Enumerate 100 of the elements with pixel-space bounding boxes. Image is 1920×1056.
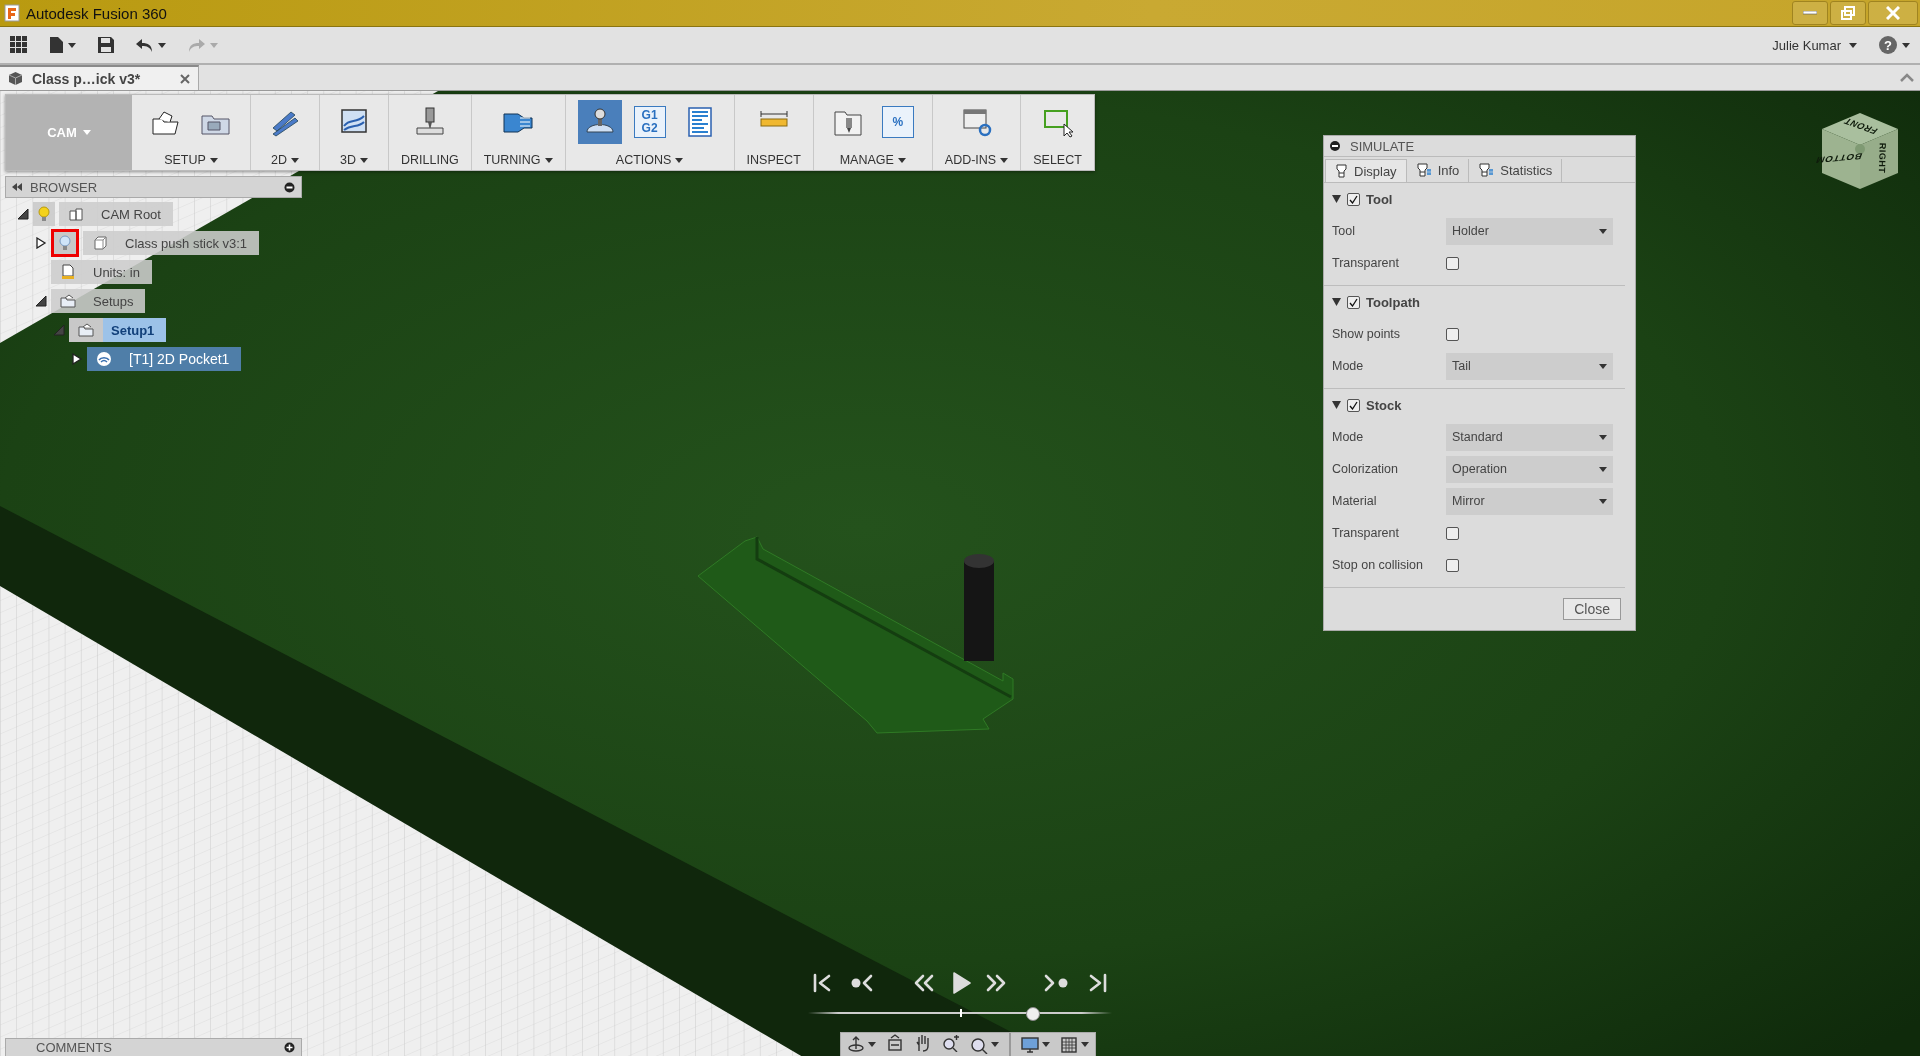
hand-icon <box>914 1033 932 1052</box>
monitor-icon <box>1021 1035 1039 1054</box>
operation-icon <box>96 351 112 367</box>
timeline-slider[interactable] <box>808 1006 1112 1020</box>
app-grid-icon[interactable] <box>10 36 28 54</box>
toolbar-menu-button[interactable]: SELECT <box>1033 153 1082 167</box>
cube-face-label: FRONT <box>1841 116 1880 136</box>
dropdown-field[interactable]: Holder <box>1446 217 1613 245</box>
restore-button[interactable] <box>1830 1 1866 25</box>
toolbar-menu-button[interactable]: DRILLING <box>401 153 459 167</box>
checkbox[interactable] <box>1446 327 1459 341</box>
light-bulb-icon[interactable] <box>59 235 71 251</box>
caret-icon <box>1599 466 1607 472</box>
toolbar-tool-button[interactable]: G1 G2 <box>627 100 672 144</box>
dropdown-field[interactable]: Standard <box>1446 423 1613 451</box>
caret-icon <box>675 157 684 163</box>
section-title: Toolpath <box>1366 294 1420 310</box>
dropdown-field[interactable]: Tail <box>1446 352 1613 380</box>
toolbar-menu-button[interactable]: ACTIONS <box>615 153 684 167</box>
collapse-icon[interactable] <box>1900 72 1914 83</box>
section-title: Tool <box>1366 191 1393 207</box>
toolbar-menu-button[interactable]: TURNING <box>483 153 553 167</box>
caret-icon <box>1081 1042 1089 1047</box>
collapse-arrow-icon[interactable] <box>1332 195 1341 203</box>
toolbar-menu-button[interactable]: ADD-INS <box>944 153 1009 167</box>
caret-icon <box>291 157 299 163</box>
tool-holder-icon <box>1478 163 1495 178</box>
collapse-arrow-icon[interactable] <box>35 295 47 307</box>
orbit-button[interactable] <box>847 1035 876 1054</box>
minimize-icon <box>1803 11 1817 15</box>
display-settings-button[interactable] <box>1021 1035 1050 1054</box>
close-button[interactable]: Close <box>1563 598 1621 620</box>
caret-icon <box>544 157 553 163</box>
file-menu-button[interactable] <box>50 37 76 53</box>
checkbox[interactable] <box>1446 526 1459 540</box>
collapse-panel-icon[interactable] <box>12 183 22 191</box>
field-label: Transparent <box>1332 526 1400 540</box>
save-icon[interactable] <box>98 37 114 53</box>
expand-arrow-icon[interactable] <box>35 237 47 249</box>
field-label: Show points <box>1332 327 1402 341</box>
caret-icon <box>209 157 218 163</box>
toolbar-menu-button[interactable]: 2D <box>271 153 299 167</box>
toolbar-tool-button[interactable]: % <box>875 100 920 144</box>
close-icon[interactable] <box>180 73 190 84</box>
checkbox[interactable] <box>1347 192 1360 206</box>
panel-title: COMMENTS <box>35 1040 113 1055</box>
tree-item[interactable]: Units: in <box>51 260 152 284</box>
checkbox[interactable] <box>1446 558 1459 572</box>
undo-button[interactable] <box>136 38 166 52</box>
dropdown-field[interactable]: Mirror <box>1446 487 1613 515</box>
tool-icon <box>960 106 993 138</box>
field-label: Mode <box>1332 359 1365 373</box>
user-menu-button[interactable]: Julie Kumar <box>1772 37 1857 53</box>
root-icon <box>68 206 84 222</box>
collapse-arrow-icon[interactable] <box>1332 401 1341 409</box>
close-button[interactable] <box>1868 1 1918 25</box>
help-button[interactable]: ? <box>1879 36 1897 54</box>
zoom-window-button[interactable] <box>970 1035 999 1054</box>
tool-holder-icon <box>1335 163 1348 179</box>
tree-item[interactable]: Setups <box>51 289 146 313</box>
field-label: Colorization <box>1332 462 1399 476</box>
collapse-arrow-icon[interactable] <box>1332 298 1341 306</box>
toolbar-menu-button[interactable]: SETUP <box>164 153 218 167</box>
minus-icon[interactable] <box>1330 141 1340 151</box>
magnifier-icon <box>942 1033 960 1052</box>
field-label: Mode <box>1332 430 1365 444</box>
cube-face-label: RIGHT <box>1876 142 1888 174</box>
toolbar-menu-button[interactable]: MANAGE <box>839 153 906 167</box>
toolbar-tool-button[interactable] <box>577 100 622 144</box>
expand-arrow-icon[interactable] <box>71 353 83 365</box>
units-icon <box>60 264 76 280</box>
tree-item[interactable]: Setup1 <box>69 318 167 342</box>
toolbar-menu-button[interactable]: 3D <box>340 153 368 167</box>
panel-tab[interactable]: Info <box>1406 159 1470 182</box>
caret-icon <box>991 1042 999 1047</box>
dropdown-field[interactable]: Operation <box>1446 455 1613 483</box>
tree-item[interactable]: CAM Root <box>59 202 173 226</box>
setup-icon <box>78 322 94 338</box>
panel-title: SIMULATE <box>1350 138 1415 154</box>
document-tab[interactable]: Class p…ick v3* <box>0 65 199 90</box>
minus-icon[interactable] <box>284 181 295 193</box>
checkbox[interactable] <box>1446 256 1459 270</box>
panel-tab[interactable]: Display <box>1325 159 1407 182</box>
checkbox[interactable] <box>1347 295 1360 309</box>
folder-icon <box>60 293 76 309</box>
caret-icon <box>1902 42 1910 48</box>
grid-settings-button[interactable] <box>1060 1035 1089 1054</box>
app-logo-icon <box>4 4 20 22</box>
toolbar-menu-button[interactable]: INSPECT <box>746 153 801 167</box>
tree-item[interactable]: [T1] 2D Pocket1 <box>87 347 242 371</box>
caret-icon <box>1599 498 1607 504</box>
plus-icon[interactable] <box>284 1042 295 1053</box>
panel-tab[interactable]: Statistics <box>1469 159 1563 182</box>
restore-icon <box>1841 6 1855 20</box>
collapse-arrow-icon[interactable] <box>17 208 29 220</box>
magnifier-icon <box>970 1035 988 1054</box>
checkbox[interactable] <box>1347 398 1360 412</box>
field-label: Stop on collision <box>1332 558 1425 572</box>
tree-item[interactable]: Class push stick v3:1 <box>83 231 260 255</box>
code-sheet-icon: G1 G2 <box>633 106 666 138</box>
